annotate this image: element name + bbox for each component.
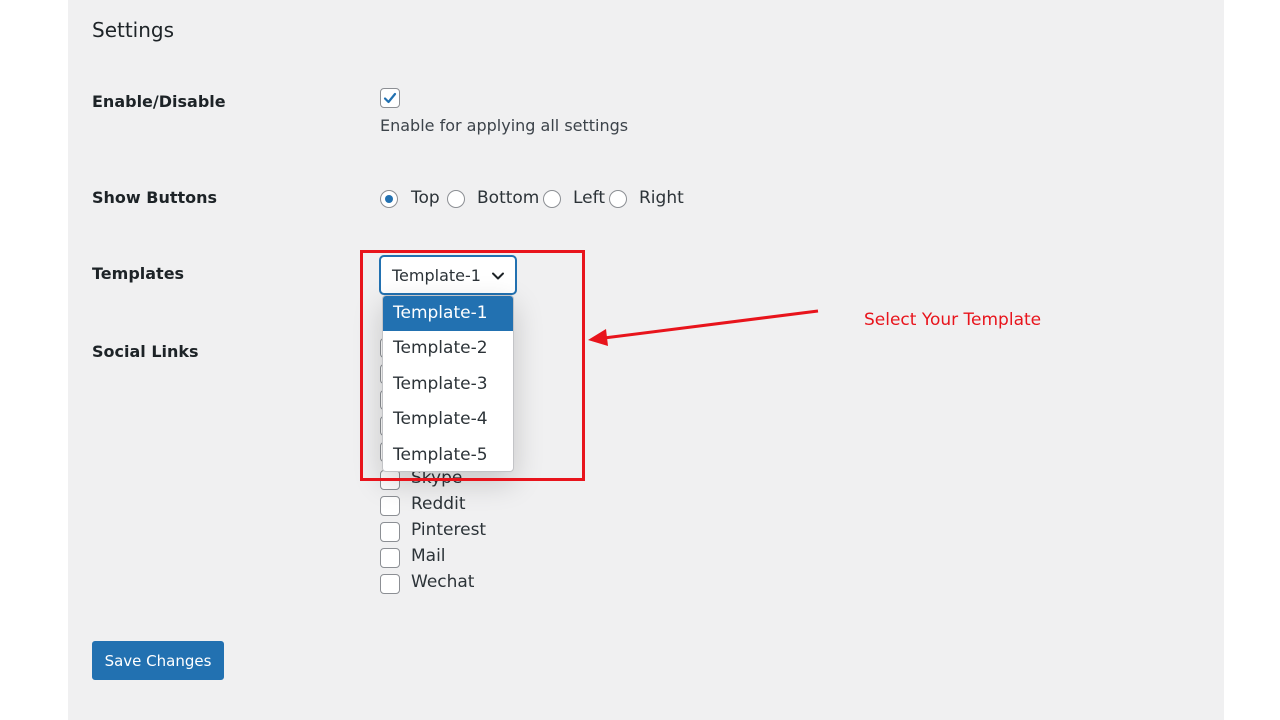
page-title: Settings [92,18,175,42]
social-checkbox-pinterest[interactable] [380,522,400,542]
enable-checkbox[interactable] [380,88,400,108]
radio-bottom[interactable] [447,190,465,208]
social-checkbox-skype[interactable] [380,470,400,490]
social-label-mail: Mail [411,546,446,566]
social-links-label: Social Links [92,342,199,361]
radio-left-label: Left [573,188,605,208]
radio-right[interactable] [609,190,627,208]
radio-top-label: Top [411,188,440,208]
templates-label: Templates [92,264,185,283]
chevron-down-icon [492,272,504,280]
save-changes-button[interactable]: Save Changes [92,641,224,680]
template-option[interactable]: Template-5 [383,438,513,471]
radio-left[interactable] [543,190,561,208]
show-buttons-label: Show Buttons [92,188,218,207]
template-select[interactable]: Template-1 [380,256,516,294]
template-option[interactable]: Template-3 [383,367,513,402]
template-option[interactable]: Template-2 [383,331,513,366]
check-icon [383,92,397,104]
enable-help-text: Enable for applying all settings [380,116,629,135]
template-select-value: Template-1 [392,266,481,285]
radio-bottom-label: Bottom [477,188,540,208]
radio-right-label: Right [639,188,684,208]
social-label-wechat: Wechat [411,572,475,592]
radio-top[interactable] [380,190,398,208]
settings-panel [68,0,1224,720]
social-checkbox-reddit[interactable] [380,496,400,516]
social-checkbox-mail[interactable] [380,548,400,568]
social-label-pinterest: Pinterest [411,520,487,540]
annotation-text: Select Your Template [864,310,1042,330]
social-checkbox-wechat[interactable] [380,574,400,594]
template-option[interactable]: Template-4 [383,402,513,437]
social-label-reddit: Reddit [411,494,466,514]
enable-disable-label: Enable/Disable [92,92,226,111]
template-option[interactable]: Template-1 [383,296,513,331]
template-dropdown: Template-1 Template-2 Template-3 Templat… [382,295,514,472]
